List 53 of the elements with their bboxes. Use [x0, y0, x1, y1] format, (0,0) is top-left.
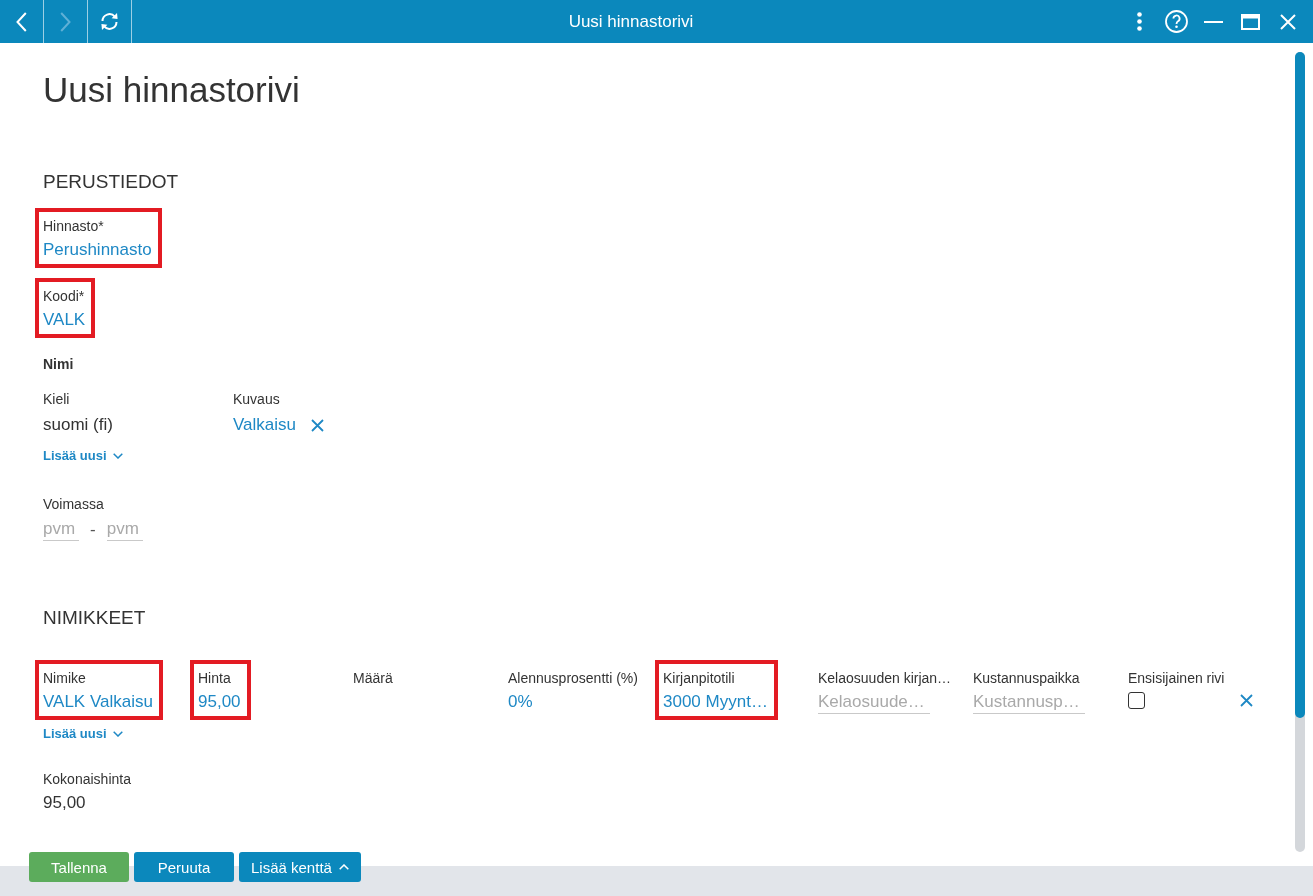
- column-header: Kieli: [43, 390, 70, 408]
- field-label: Kelaosuuden kirjan…: [818, 669, 952, 687]
- field-value[interactable]: Valkaisu: [233, 414, 296, 436]
- field-value[interactable]: 3000 Myynt…: [663, 691, 768, 713]
- field-label: Koodi*: [43, 287, 85, 305]
- remove-button[interactable]: [309, 416, 326, 434]
- checkbox[interactable]: [1128, 692, 1145, 709]
- chevron-down-icon: [112, 453, 123, 459]
- date-field[interactable]: pvm: [106, 518, 143, 541]
- window-title: Uusi hinnastorivi: [568, 10, 694, 33]
- column-header: Kuvaus: [233, 390, 280, 408]
- field-label: Alennusprosentti (%): [508, 669, 638, 687]
- input-field[interactable]: Kustannusp…: [973, 691, 1085, 714]
- help-icon: [1165, 10, 1188, 33]
- remove-button[interactable]: [1238, 692, 1255, 709]
- subsection-title: Nimi: [43, 355, 74, 373]
- add-new-link[interactable]: Lisää uusi: [43, 447, 123, 465]
- close-icon: [1279, 13, 1296, 30]
- field-label: Ensisijainen rivi: [1128, 669, 1225, 687]
- chevron-up-icon: [338, 864, 349, 870]
- field-label: Voimassa: [43, 495, 104, 513]
- cross-icon: [311, 418, 324, 432]
- scrollbar-track[interactable]: [1295, 52, 1305, 852]
- field-label: Kustannuspaikka: [973, 669, 1080, 687]
- field-label: Hinta: [198, 669, 231, 687]
- field-label: Kirjanpitotili: [663, 669, 735, 687]
- section-title: NIMIKKEET: [43, 606, 146, 630]
- field-label: Määrä: [353, 669, 393, 687]
- input-field[interactable]: Kelaosuude…: [818, 691, 930, 714]
- range-separator: -: [90, 518, 96, 541]
- minimize-icon: [1204, 20, 1223, 23]
- field-label: Kokonaishinta: [43, 770, 131, 788]
- field-value[interactable]: VALK Valkaisu: [43, 691, 153, 713]
- chevron-down-icon: [112, 731, 123, 737]
- field-value: suomi (fi): [43, 414, 113, 436]
- field-value[interactable]: Perushinnasto: [43, 239, 152, 261]
- save-button[interactable]: Tallenna: [29, 852, 129, 882]
- field-value[interactable]: VALK: [43, 309, 86, 331]
- field-value[interactable]: 0%: [508, 691, 533, 713]
- maximize-icon: [1241, 13, 1260, 30]
- scrollbar-thumb[interactable]: [1295, 52, 1305, 718]
- page-title: Uusi hinnastorivi: [43, 69, 300, 111]
- cancel-button[interactable]: Peruuta: [134, 852, 234, 882]
- add-new-link[interactable]: Lisää uusi: [43, 725, 123, 743]
- three-dots-icon: [1137, 12, 1142, 31]
- section-title: PERUSTIEDOT: [43, 170, 179, 194]
- date-field[interactable]: pvm: [43, 518, 79, 541]
- field-label: Nimike: [43, 669, 86, 687]
- add-field-button[interactable]: Lisää kenttä: [239, 852, 361, 882]
- cross-icon: [1240, 694, 1253, 707]
- total-value: 95,00: [43, 792, 86, 814]
- field-label: Hinnasto*: [43, 217, 104, 235]
- field-value[interactable]: 95,00: [198, 691, 241, 713]
